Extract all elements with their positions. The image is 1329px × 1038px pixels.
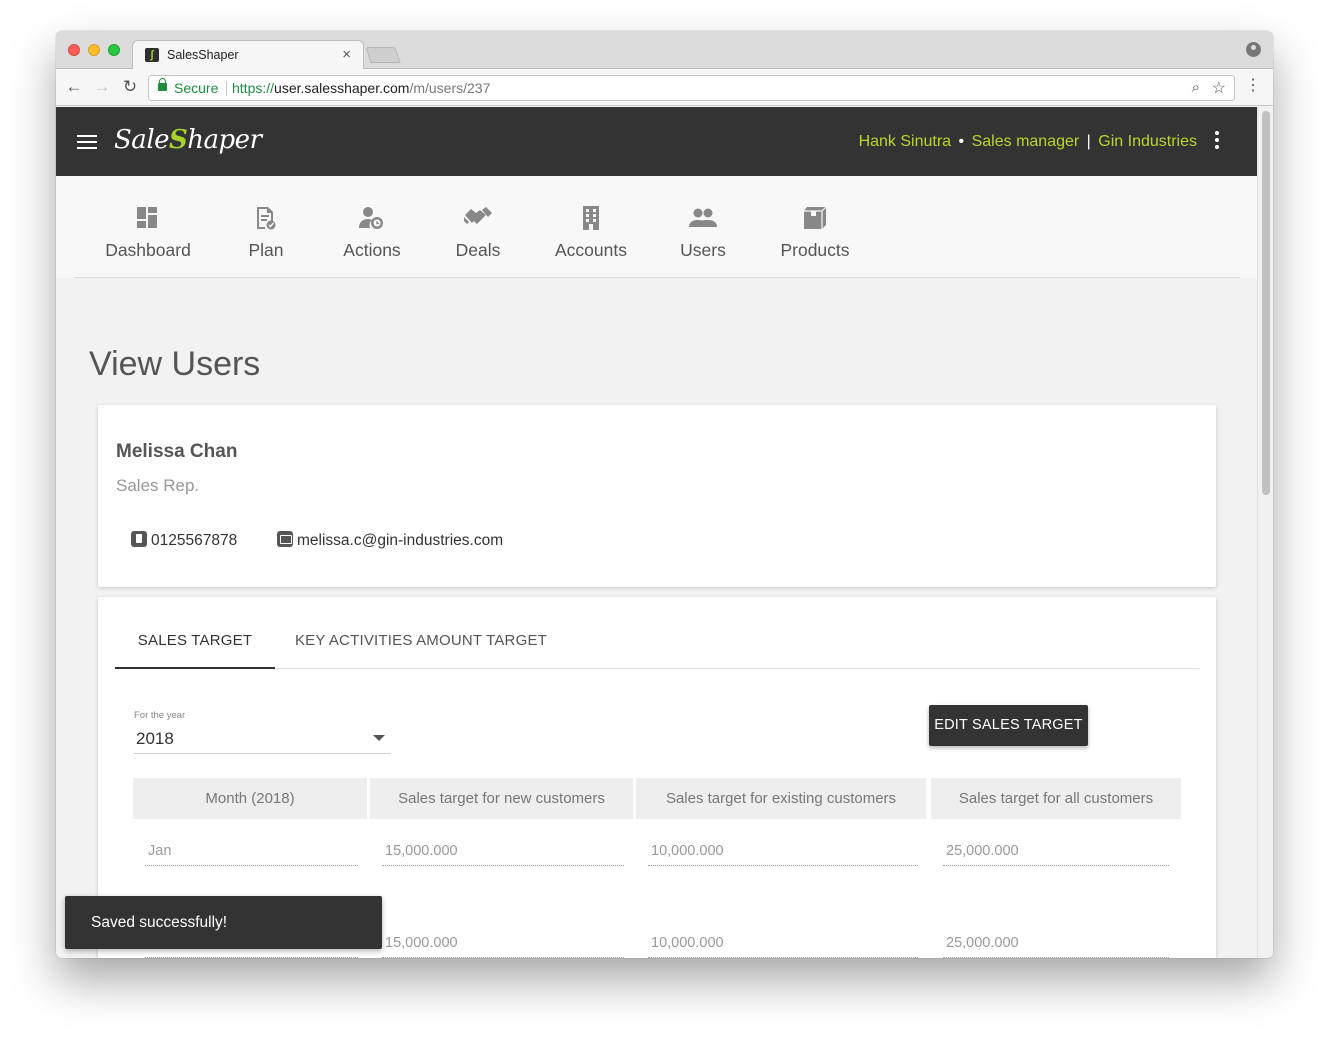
company-separator: |: [1086, 133, 1091, 150]
minimize-window-button[interactable]: [88, 44, 100, 56]
column-header-month: Month (2018): [133, 778, 367, 819]
url-path: /m/users/237: [409, 80, 491, 96]
close-window-button[interactable]: [68, 44, 80, 56]
target-tabs: SALES TARGET KEY ACTIVITIES AMOUNT TARGE…: [115, 617, 1199, 669]
nav-item-deals[interactable]: Deals: [454, 204, 502, 261]
nav-item-users[interactable]: Users: [679, 204, 727, 261]
browser-window: ʃ SalesShaper × ← → ↻ Secure https://use…: [56, 31, 1273, 958]
url-scheme: https://: [232, 80, 275, 96]
year-field-label: For the year: [134, 710, 186, 721]
column-header-new-customers: Sales target for new customers: [370, 778, 633, 819]
maximize-window-button[interactable]: [108, 44, 120, 56]
products-icon: [777, 204, 853, 232]
tab-key-activities-amount-target[interactable]: KEY ACTIVITIES AMOUNT TARGET: [285, 617, 557, 669]
user-role: Sales manager: [971, 133, 1080, 150]
contact-phone[interactable]: 0125567878: [131, 531, 237, 550]
table-cell-month: Jan: [145, 840, 358, 866]
url-text[interactable]: https://user.salesshaper.com/m/users/237: [232, 80, 490, 96]
app-header: SaleShaper Hank Sinutra • Sales manager …: [56, 107, 1257, 176]
secure-label: Secure: [174, 80, 219, 96]
reload-icon[interactable]: ↻: [120, 77, 140, 97]
dashboard-icon: [104, 204, 192, 232]
back-arrow-icon[interactable]: ←: [64, 77, 84, 97]
hamburger-menu-icon[interactable]: [77, 135, 97, 149]
user-separator: •: [958, 133, 965, 150]
nav-item-plan[interactable]: Plan: [246, 204, 286, 261]
scrollbar-thumb[interactable]: [1262, 111, 1270, 495]
actions-icon: [340, 204, 404, 232]
column-header-all-customers: Sales target for all customers: [931, 778, 1181, 819]
more-options-icon[interactable]: [1215, 131, 1219, 152]
phone-icon: [131, 531, 147, 547]
phone-number: 0125567878: [151, 532, 238, 549]
user-info: Hank Sinutra • Sales manager | Gin Indus…: [859, 133, 1197, 151]
browser-menu-icon[interactable]: ⋮: [1245, 76, 1261, 96]
user-profile-card: Melissa Chan Sales Rep. 0125567878 melis…: [98, 405, 1216, 587]
table-cell-all: 25,000.000: [943, 840, 1169, 866]
address-bar[interactable]: Secure https://user.salesshaper.com/m/us…: [148, 75, 1235, 101]
contact-email[interactable]: melissa.c@gin-industries.com: [277, 531, 503, 550]
page-viewport: SaleShaper Hank Sinutra • Sales manager …: [56, 107, 1273, 958]
deals-icon: [454, 204, 502, 232]
email-address: melissa.c@gin-industries.com: [297, 532, 504, 549]
dropdown-caret-icon: [373, 735, 385, 741]
browser-tab-bar: ʃ SalesShaper ×: [56, 31, 1273, 70]
main-navigation: Dashboard Plan Actions Deals Accounts Us…: [56, 176, 1257, 278]
users-icon: [679, 204, 727, 232]
address-divider: [226, 81, 227, 96]
zoom-icon[interactable]: ⌕: [1192, 79, 1200, 96]
favicon-icon: ʃ: [145, 48, 159, 62]
company-name[interactable]: Gin Industries: [1098, 133, 1197, 150]
table-cell-existing: 10,000.000: [648, 932, 918, 958]
profile-icon[interactable]: [1246, 42, 1261, 57]
nav-item-actions[interactable]: Actions: [340, 204, 404, 261]
tab-sales-target[interactable]: SALES TARGET: [115, 617, 275, 669]
page-scrollbar[interactable]: [1257, 107, 1273, 958]
year-select[interactable]: 2018: [134, 725, 391, 754]
nav-item-accounts[interactable]: Accounts: [550, 204, 632, 261]
browser-tab[interactable]: ʃ SalesShaper ×: [132, 40, 364, 70]
user-role-label: Sales Rep.: [116, 476, 200, 495]
forward-arrow-icon[interactable]: →: [92, 77, 112, 97]
nav-item-dashboard[interactable]: Dashboard: [104, 204, 192, 261]
nav-item-products[interactable]: Products: [777, 204, 853, 261]
tab-title: SalesShaper: [167, 48, 239, 62]
toast-notification: Saved successfully!: [65, 896, 382, 949]
accounts-icon: [550, 204, 632, 232]
edit-sales-target-button[interactable]: EDIT SALES TARGET: [929, 705, 1088, 746]
user-name[interactable]: Hank Sinutra: [859, 133, 952, 150]
bookmark-star-icon[interactable]: ☆: [1212, 78, 1226, 98]
salesshaper-logo[interactable]: SaleShaper: [114, 125, 262, 155]
mail-icon: [277, 531, 293, 547]
plan-icon: [246, 204, 286, 232]
new-tab-button[interactable]: [365, 47, 401, 63]
table-cell-all: 25,000.000: [943, 932, 1169, 958]
user-full-name: Melissa Chan: [116, 441, 238, 462]
year-value: 2018: [136, 729, 174, 748]
close-tab-icon[interactable]: ×: [342, 46, 351, 63]
url-host: user.salesshaper.com: [274, 80, 410, 96]
column-header-existing-customers: Sales target for existing customers: [636, 778, 926, 819]
browser-toolbar: ← → ↻ Secure https://user.salesshaper.co…: [56, 69, 1273, 106]
table-cell-existing: 10,000.000: [648, 840, 918, 866]
table-cell-new: 15,000.000: [382, 840, 624, 866]
lock-icon: [158, 78, 167, 91]
page-title: View Users: [89, 345, 261, 383]
table-cell-new: 15,000.000: [382, 932, 624, 958]
